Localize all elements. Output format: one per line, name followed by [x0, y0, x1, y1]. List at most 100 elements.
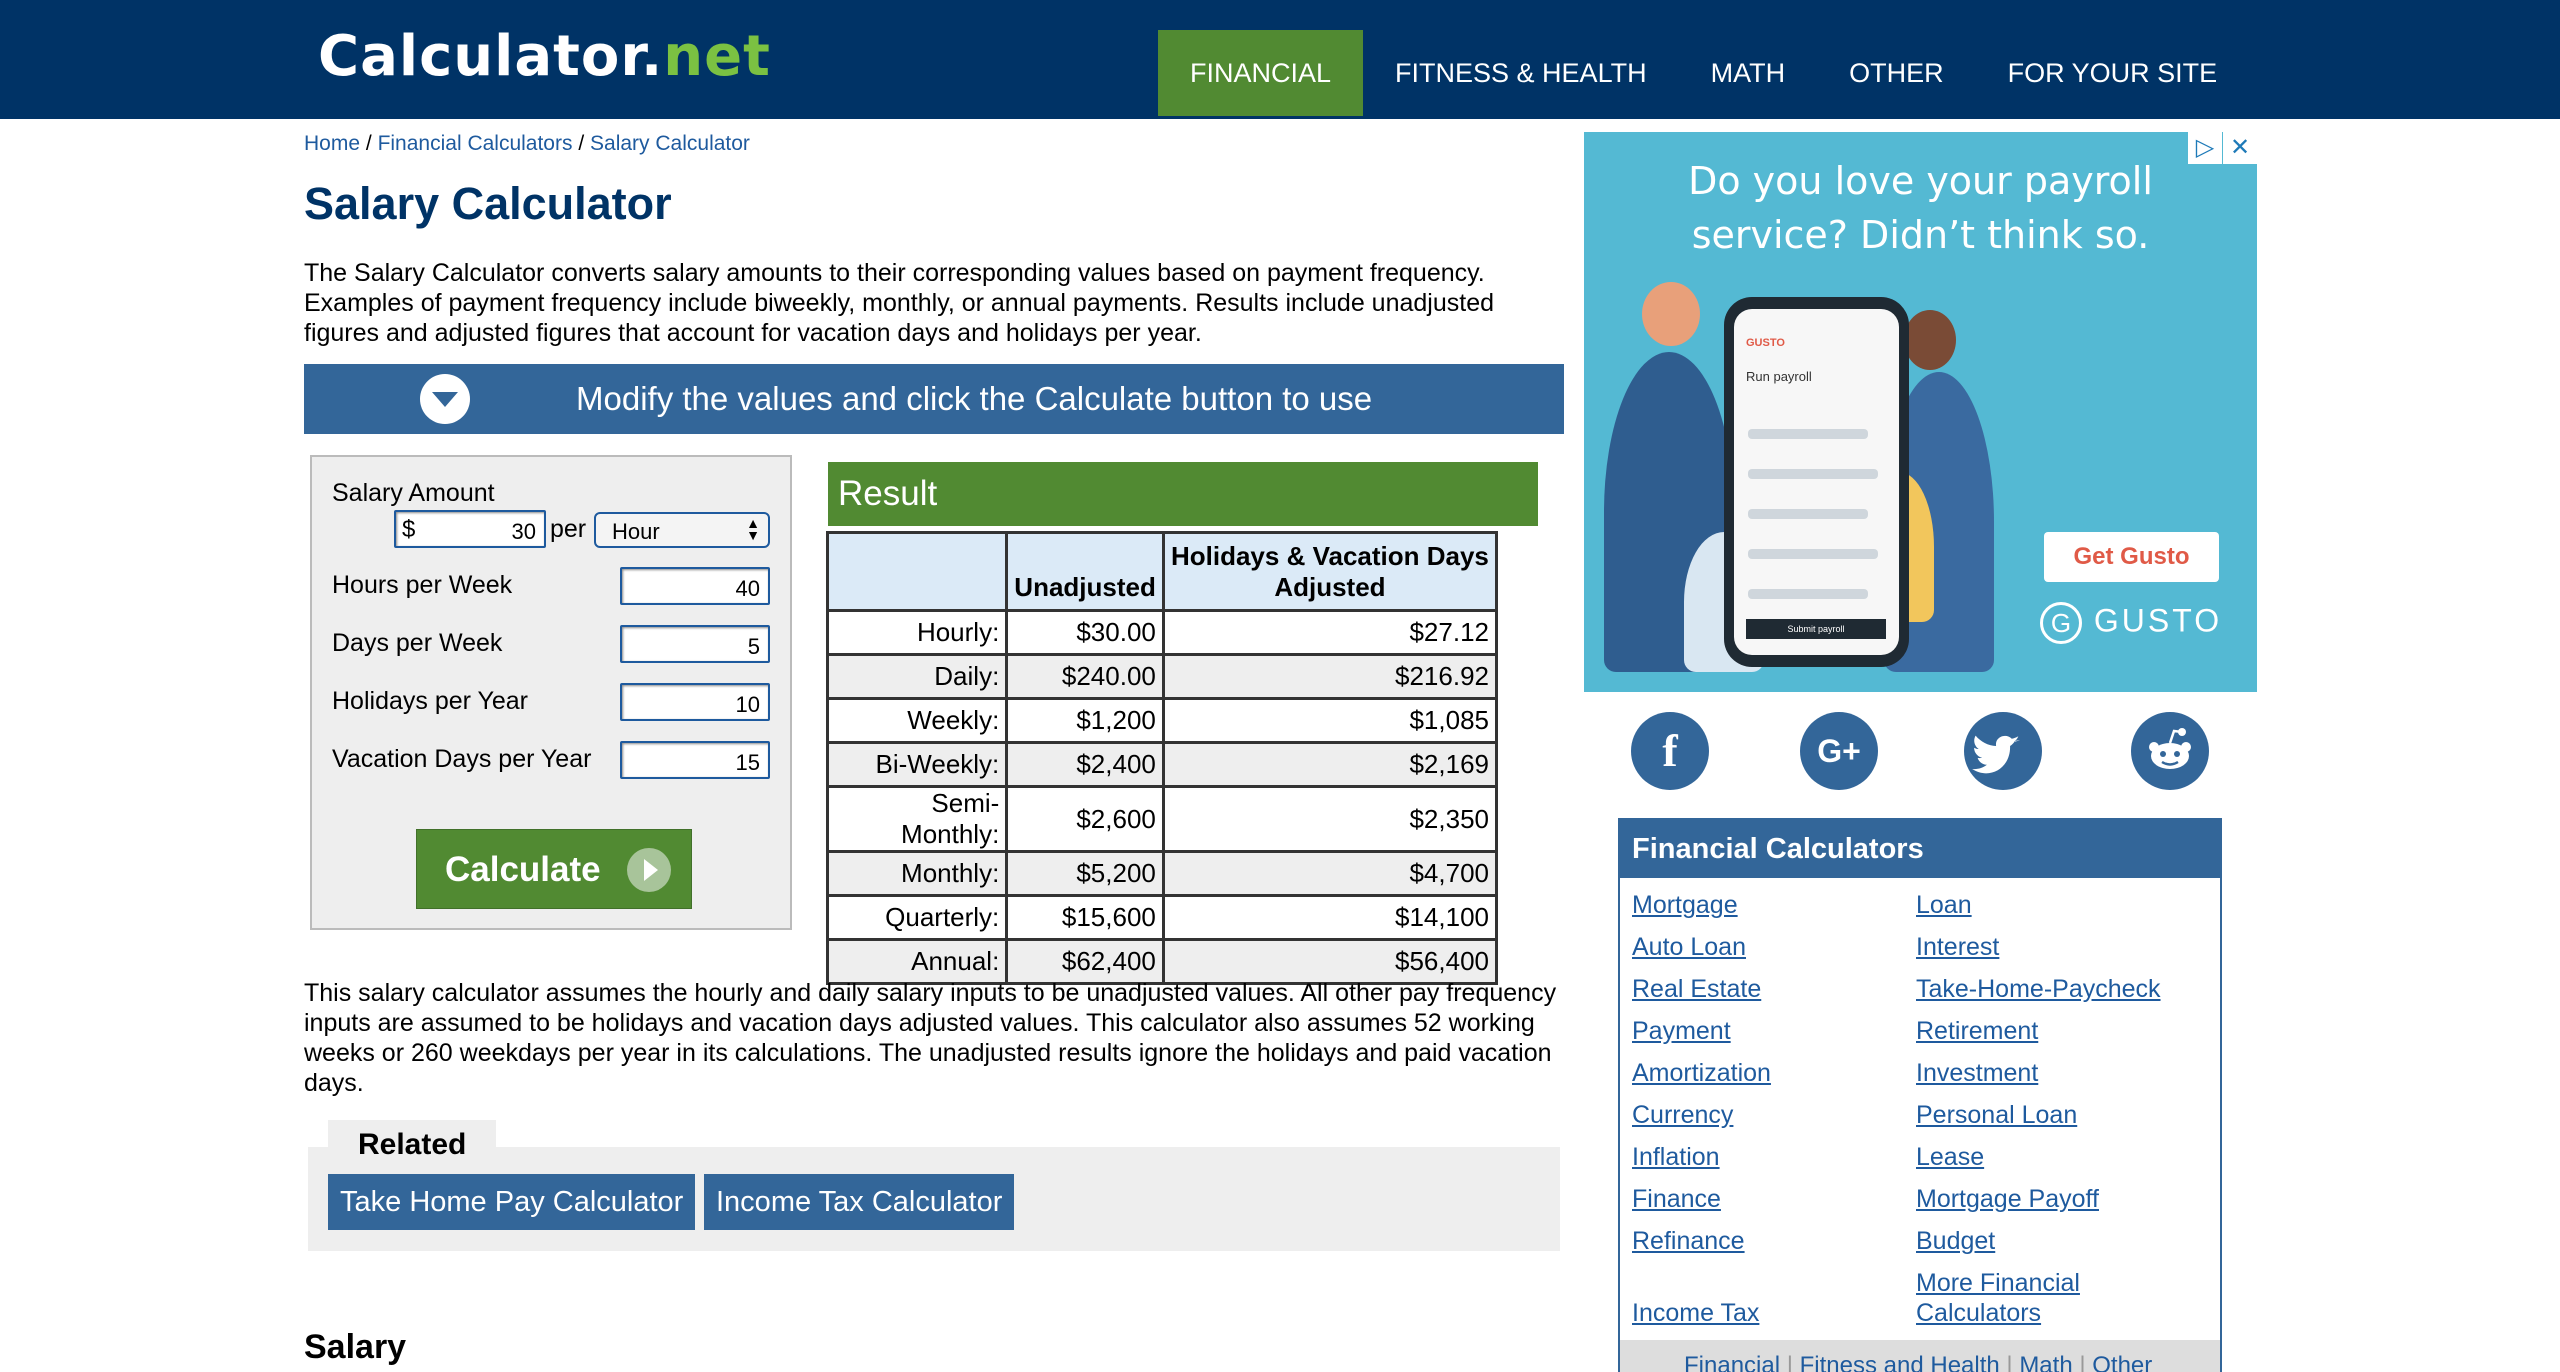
sidebar-link-amortization[interactable]: Amortization: [1632, 1058, 1771, 1088]
table-row: Weekly: $1,200 $1,085: [825, 697, 1499, 744]
footer-link-financial[interactable]: Financial: [1684, 1352, 1780, 1372]
row-label: Daily:: [825, 653, 1009, 700]
table-row: Hourly: $30.00 $27.12: [825, 609, 1499, 656]
adjusted-value: $4,700: [1161, 850, 1499, 897]
main-nav: FINANCIAL FITNESS & HEALTH MATH OTHER FO…: [1158, 30, 2249, 116]
row-label: Semi-Monthly:: [825, 785, 1009, 853]
twitter-bird-shape: [1972, 735, 2020, 774]
table-row: Daily: $240.00 $216.92: [825, 653, 1499, 700]
vacation-days-input[interactable]: 15: [620, 741, 770, 779]
breadcrumb-salary-calculator[interactable]: Salary Calculator: [590, 132, 750, 155]
google-plus-icon[interactable]: G+: [1800, 712, 1878, 790]
footer-link-other[interactable]: Other: [2092, 1352, 2152, 1372]
sidebar-link-mortgage-payoff[interactable]: Mortgage Payoff: [1916, 1184, 2099, 1214]
chevron-down-icon[interactable]: [420, 374, 470, 424]
phone-bar: [1748, 509, 1868, 519]
gusto-brand: GUSTO: [2093, 602, 2223, 639]
sidebar-link-payment[interactable]: Payment: [1632, 1016, 1731, 1046]
income-tax-link[interactable]: Income Tax Calculator: [704, 1174, 1015, 1230]
col-unadjusted: Unadjusted: [1005, 531, 1165, 612]
close-ad-icon[interactable]: ✕: [2223, 132, 2257, 164]
related-heading: Related: [328, 1120, 496, 1166]
row-label: Weekly:: [825, 697, 1009, 744]
row-label: Annual:: [825, 938, 1009, 985]
salary-amount-input[interactable]: $ 30: [394, 510, 546, 548]
col-adjusted-line1: Holidays & Vacation Days: [1170, 541, 1489, 571]
adjusted-value: $27.12: [1161, 609, 1499, 656]
reddit-alien-shape: [2149, 728, 2191, 769]
site-logo[interactable]: Calculator.net: [318, 22, 771, 92]
sidebar-link-retirement[interactable]: Retirement: [1916, 1016, 2038, 1046]
sidebar-link-lease[interactable]: Lease: [1916, 1142, 1984, 1172]
gusto-logo: G GUSTO: [2040, 602, 2222, 644]
sidebar-link-more-financial[interactable]: More Financial Calculators: [1916, 1268, 2096, 1328]
pay-period-select[interactable]: Hour ▲ ▼: [594, 512, 770, 548]
breadcrumb-home[interactable]: Home: [304, 132, 360, 155]
table-row: Quarterly: $15,600 $14,100: [825, 894, 1499, 941]
days-per-week-input[interactable]: 5: [620, 625, 770, 663]
nav-fitness-health[interactable]: FITNESS & HEALTH: [1363, 30, 1679, 116]
sidebar-link-mortgage[interactable]: Mortgage: [1632, 890, 1738, 920]
phone-screen: GUSTO Run payroll Submit payroll: [1734, 309, 1899, 655]
sidebar-link-investment[interactable]: Investment: [1916, 1058, 2038, 1088]
unadjusted-value: $1,200: [1005, 697, 1165, 744]
illustration-head: [1642, 282, 1700, 346]
sidebar-link-auto-loan[interactable]: Auto Loan: [1632, 932, 1746, 962]
intro-text: The Salary Calculator converts salary am…: [304, 259, 1495, 347]
get-gusto-button[interactable]: Get Gusto: [2044, 532, 2219, 582]
adjusted-value: $2,350: [1161, 785, 1499, 853]
sidebar-link-inflation[interactable]: Inflation: [1632, 1142, 1720, 1172]
per-label: per: [550, 515, 587, 543]
days-per-week-label: Days per Week: [332, 629, 503, 657]
footer-link-math[interactable]: Math: [2019, 1352, 2072, 1372]
facebook-icon[interactable]: f: [1631, 712, 1709, 790]
holidays-per-year-input[interactable]: 10: [620, 683, 770, 721]
sidebar-link-personal-loan[interactable]: Personal Loan: [1916, 1100, 2077, 1130]
currency-symbol: $: [402, 516, 416, 543]
result-header-row: Unadjusted Holidays & Vacation Days Adjus…: [825, 531, 1499, 612]
calculate-label: Calculate: [445, 850, 601, 889]
adjusted-value: $1,085: [1161, 697, 1499, 744]
sidebar-link-loan[interactable]: Loan: [1916, 890, 1972, 920]
sidebar-link-interest[interactable]: Interest: [1916, 932, 1999, 962]
top-navigation-bar: Calculator.net FINANCIAL FITNESS & HEALT…: [0, 0, 2560, 119]
sidebar-link-income-tax[interactable]: Income Tax: [1632, 1298, 1759, 1328]
nav-other[interactable]: OTHER: [1817, 30, 1976, 116]
sidebar-link-refinance[interactable]: Refinance: [1632, 1226, 1745, 1256]
phone-title: Run payroll: [1746, 369, 1812, 384]
sidebar-link-budget[interactable]: Budget: [1916, 1226, 1995, 1256]
financial-calculators-heading: Financial Calculators: [1620, 820, 2220, 878]
unadjusted-value: $30.00: [1005, 609, 1165, 656]
banner-text: Modify the values and click the Calculat…: [576, 380, 1373, 417]
advertisement[interactable]: Do you love your payroll service? Didn’t…: [1584, 132, 2257, 692]
calculate-button[interactable]: Calculate: [416, 829, 692, 909]
pay-period-value: Hour: [612, 519, 660, 544]
gusto-g-icon: G: [2040, 602, 2082, 644]
sidebar-link-real-estate[interactable]: Real Estate: [1632, 974, 1761, 1004]
sidebar-link-finance[interactable]: Finance: [1632, 1184, 1721, 1214]
sidebar-link-currency[interactable]: Currency: [1632, 1100, 1733, 1130]
take-home-pay-link[interactable]: Take Home Pay Calculator: [328, 1174, 696, 1230]
adchoices-icon[interactable]: ▷: [2188, 132, 2222, 164]
unadjusted-value: $62,400: [1005, 938, 1165, 985]
twitter-icon[interactable]: [1964, 712, 2042, 790]
footer-separator: |: [2079, 1352, 2093, 1372]
nav-for-your-site[interactable]: FOR YOUR SITE: [1976, 30, 2250, 116]
nav-math[interactable]: MATH: [1679, 30, 1818, 116]
phone-bar: [1748, 469, 1878, 479]
hours-per-week-input[interactable]: 40: [620, 567, 770, 605]
adjusted-value: $2,169: [1161, 741, 1499, 788]
nav-financial[interactable]: FINANCIAL: [1158, 30, 1364, 116]
breadcrumb-financial-calculators[interactable]: Financial Calculators: [378, 132, 573, 155]
unadjusted-value: $2,400: [1005, 741, 1165, 788]
adjusted-value: $56,400: [1161, 938, 1499, 985]
footer-link-fitness-health[interactable]: Fitness and Health: [1800, 1352, 2000, 1372]
breadcrumb: Home / Financial Calculators / Salary Ca…: [304, 132, 750, 156]
reddit-icon[interactable]: [2131, 712, 2209, 790]
phone-bar: [1748, 429, 1868, 439]
col-adjusted: Holidays & Vacation Days Adjusted: [1161, 531, 1499, 612]
instruction-banner[interactable]: Modify the values and click the Calculat…: [304, 364, 1564, 434]
sidebar-link-take-home-paycheck[interactable]: Take-Home-Paycheck: [1916, 974, 2161, 1004]
breadcrumb-separator: /: [578, 132, 585, 155]
table-row: Semi-Monthly: $2,600 $2,350: [825, 785, 1499, 853]
